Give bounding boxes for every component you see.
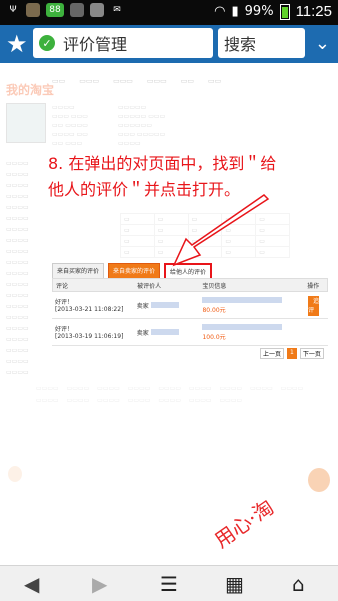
cat-icon xyxy=(26,3,40,17)
top-nav: ▭▭ ▭▭▭ ▭▭▭ ▭▭▭ ▭▭ ▭▭ xyxy=(52,77,221,85)
nav-item: ▭▭▭ xyxy=(79,77,100,85)
rating-list: 评论 被评价人 宝贝信息 操作 好评！ [2013-03-21 11:08:22… xyxy=(52,278,328,346)
price: 80.00元 xyxy=(202,306,226,314)
sidebar-menu: ▭▭▭▭ ▭▭▭▭ ▭▭▭▭ ▭▭▭▭ ▭▭▭▭ ▭▭▭▭ ▭▭▭▭ ▭▭▭▭ ▭▭▭▭ ▭▭▭▭… xyxy=(6,160,29,376)
follow-up-review-button[interactable]: 追评 xyxy=(308,296,320,316)
site-logo: 我的淘宝 xyxy=(6,83,55,97)
signal-icon: ▮ xyxy=(231,4,239,19)
bookmarks-icon[interactable]: ▦ xyxy=(225,572,244,596)
product-blur[interactable] xyxy=(202,296,283,303)
header-product: 宝贝信息 xyxy=(202,282,227,290)
mascot-icon xyxy=(8,466,22,482)
current-page[interactable]: 1 xyxy=(287,348,297,359)
prev-page-button[interactable]: 上一页 xyxy=(260,348,285,359)
bottom-nav-bar: ◀ ▶ ☰ ▦ ⌂ xyxy=(0,565,338,601)
mail-icon: ✉ xyxy=(113,5,121,15)
list-item: 好评！ [2013-03-19 11:06:19] 卖家 100.0元 xyxy=(52,319,328,346)
watermark: 用心·淘 xyxy=(209,494,279,553)
nav-item: ▭▭ xyxy=(208,77,222,85)
nav-item: ▭▭ xyxy=(52,77,66,85)
browser-toolbar: ★ ✓ 评价管理 搜索 ⌄ xyxy=(0,25,338,63)
rating-date: [2013-03-21 11:08:22] xyxy=(55,306,124,313)
secure-shield-icon: ✓ xyxy=(39,35,55,51)
account-info-right: ▭▭▭▭▭ ▭▭▭▭▭ ▭▭▭ ▭▭▭▭▭▭ ▭▭▭ ▭▭▭▭▭ ▭▭▭▭ xyxy=(118,104,166,147)
menu-icon[interactable]: ☰ xyxy=(160,572,178,596)
battery-percent: 99% xyxy=(244,4,274,19)
bookmark-star-icon[interactable]: ★ xyxy=(6,32,28,56)
annotation-arrow-icon xyxy=(172,194,270,267)
price: 100.0元 xyxy=(202,333,226,341)
mascot-icon xyxy=(308,468,330,492)
list-header: 评论 被评价人 宝贝信息 操作 xyxy=(52,278,328,292)
chevron-down-icon[interactable]: ⌄ xyxy=(315,33,330,54)
rating-date: [2013-03-19 11:06:19] xyxy=(55,333,124,340)
footer-links: ▭▭▭▭ ▭▭▭▭ ▭▭▭▭ ▭▭▭▭ ▭▭▭▭ ▭▭▭▭ ▭▭▭▭ ▭▭▭▭ … xyxy=(36,385,304,404)
header-operation: 操作 xyxy=(307,282,320,290)
nav-item: ▭▭ xyxy=(180,77,194,85)
webpage: 我的淘宝 ▭▭ ▭▭▭ ▭▭▭ ▭▭▭ ▭▭ ▭▭ ▭▭▭▭ ▭▭▭ ▭▭▭ ▭▭ … xyxy=(0,63,338,565)
next-page-button[interactable]: 下一页 xyxy=(299,348,324,359)
username-blur xyxy=(150,301,179,308)
battery-badge-icon: 88 xyxy=(46,3,64,17)
wifi-icon: ◠ xyxy=(214,4,226,19)
search-field[interactable]: 搜索 xyxy=(218,28,305,58)
status-bar: Ψ 88 ✉ ◠ ▮ 99% 11:25 xyxy=(0,0,338,25)
pagination: 上一页 1 下一页 xyxy=(260,348,324,359)
avatar xyxy=(6,103,46,143)
usb-icon: Ψ xyxy=(9,5,17,15)
clock: 11:25 xyxy=(295,3,332,20)
rated-user: 卖家 xyxy=(136,302,149,310)
search-placeholder: 搜索 xyxy=(224,35,257,54)
rating-text: 好评！ xyxy=(55,299,74,306)
forward-arrow-icon[interactable]: ▶ xyxy=(92,572,107,596)
rated-user: 卖家 xyxy=(136,329,149,337)
header-rating: 评论 xyxy=(56,282,69,290)
url-field[interactable]: ✓ 评价管理 xyxy=(33,28,213,58)
back-arrow-icon[interactable]: ◀ xyxy=(24,572,39,596)
header-rated-user: 被评价人 xyxy=(137,282,162,290)
list-item: 好评！ [2013-03-21 11:08:22] 卖家 80.00元 追评 xyxy=(52,292,328,319)
home-icon[interactable]: ⌂ xyxy=(292,572,305,596)
account-info: ▭▭▭▭ ▭▭▭ ▭▭▭ ▭▭ ▭▭▭▭ ▭▭▭▭ ▭▭ ▭▭ ▭▭▭ xyxy=(52,104,88,147)
battery-icon xyxy=(279,3,290,20)
product-blur[interactable] xyxy=(202,323,283,330)
gallery-icon xyxy=(70,3,84,17)
nav-item: ▭▭▭ xyxy=(146,77,167,85)
image-icon xyxy=(90,3,104,17)
url-text: 评价管理 xyxy=(63,35,128,54)
nav-item: ▭▭▭ xyxy=(113,77,133,85)
rating-text: 好评！ xyxy=(55,326,74,333)
username-blur xyxy=(150,328,179,335)
